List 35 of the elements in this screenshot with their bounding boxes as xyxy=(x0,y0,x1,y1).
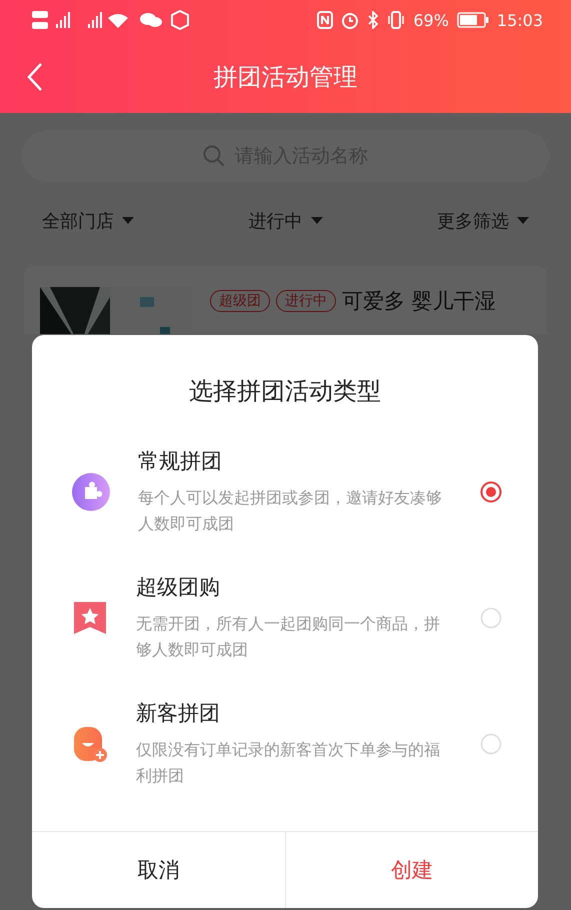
puzzle-icon xyxy=(72,473,110,511)
option-description: 仅限没有订单记录的新客首次下单参与的福利拼团 xyxy=(136,739,441,787)
back-icon[interactable] xyxy=(26,62,44,92)
user-add-icon xyxy=(72,725,108,763)
battery-percent: 69% xyxy=(413,10,449,30)
caret-icon xyxy=(122,217,134,225)
create-button[interactable]: 创建 xyxy=(284,832,538,908)
status-tag: 超级团 xyxy=(210,290,270,312)
dialog-title: 选择拼团活动类型 xyxy=(188,376,382,407)
page-title: 拼团活动管理 xyxy=(214,62,358,92)
battery-icon xyxy=(456,12,489,28)
caret-icon xyxy=(310,217,322,225)
radio-button[interactable] xyxy=(480,481,502,503)
bluetooth-icon xyxy=(367,11,380,29)
filter-dropdown[interactable]: 全部门店 xyxy=(42,209,134,233)
bookmark-star-icon xyxy=(72,600,108,636)
option-name: 新客拼团 xyxy=(136,700,221,727)
search-icon xyxy=(203,145,225,167)
option-description: 每个人可以发起拼团或参团，邀请好友凑够人数即可成团 xyxy=(138,487,443,535)
chat-icon xyxy=(140,11,162,29)
shield-icon xyxy=(170,10,190,30)
alarm-icon xyxy=(341,11,360,29)
nfc-icon xyxy=(317,11,334,29)
option-name: 常规拼团 xyxy=(138,448,223,475)
clock-time: 15:03 xyxy=(496,10,543,30)
activity-card[interactable]: 超级团 进行中 可爱多 婴儿干湿 xyxy=(24,267,547,334)
filter-dropdown[interactable]: 更多筛选 xyxy=(437,209,529,233)
option-description: 无需开团，所有人一起团购同一个商品，拼够人数即可成团 xyxy=(136,613,441,661)
option-name: 超级团购 xyxy=(136,574,221,601)
cancel-button[interactable]: 取消 xyxy=(32,832,284,908)
status-tag: 进行中 xyxy=(276,290,336,312)
vibrate-icon xyxy=(387,11,406,29)
caret-icon xyxy=(517,217,529,225)
activity-title: 可爱多 婴儿干湿 xyxy=(342,288,496,315)
filter-dropdown[interactable]: 进行中 xyxy=(248,209,322,233)
